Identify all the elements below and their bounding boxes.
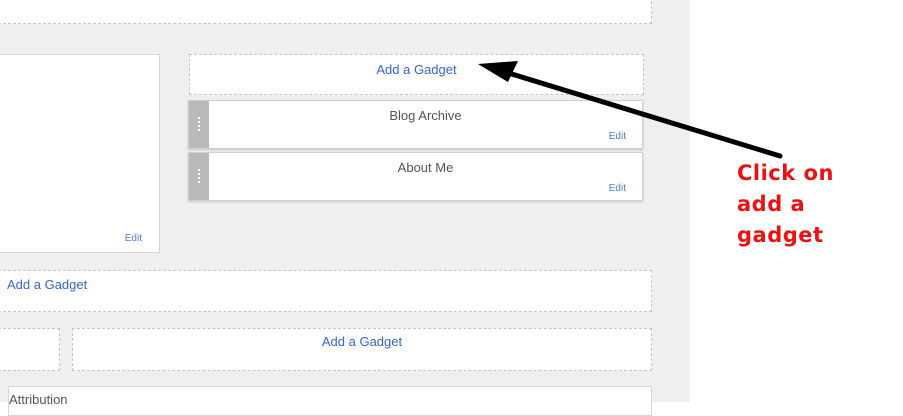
annotation-line: Click on <box>737 161 834 185</box>
annotation-line: gadget <box>737 223 824 247</box>
annotation-line: add a <box>737 192 806 216</box>
annotation-callout: Click on add a gadget <box>737 158 903 251</box>
